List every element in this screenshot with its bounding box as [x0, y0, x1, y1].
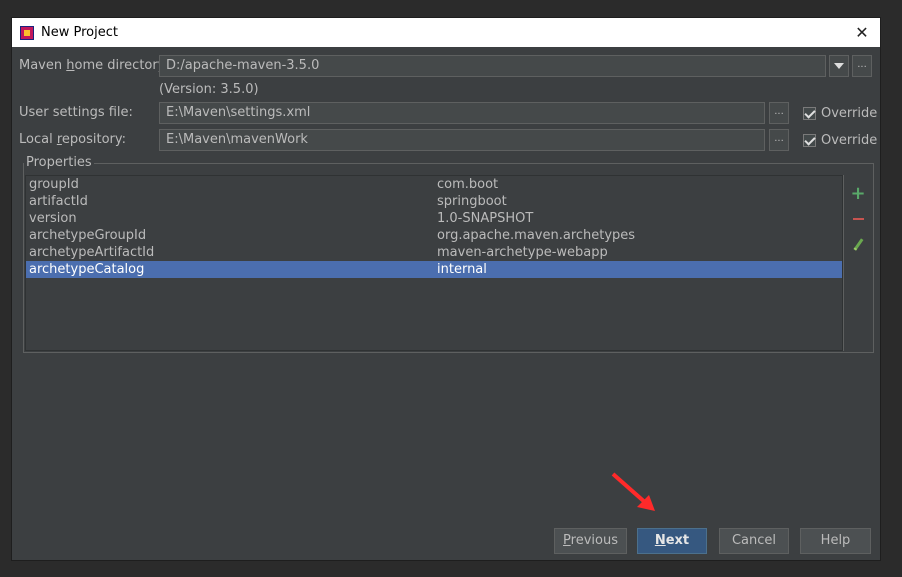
table-row[interactable]: archetypeArtifactId maven-archetype-weba…	[26, 244, 842, 261]
property-value: maven-archetype-webapp	[437, 245, 608, 260]
add-property-button[interactable]: +	[850, 182, 866, 204]
table-row[interactable]: archetypeGroupId org.apache.maven.archet…	[26, 227, 842, 244]
property-key: archetypeArtifactId	[29, 245, 155, 260]
edit-property-button[interactable]	[850, 236, 866, 252]
maven-home-label: Maven home directory:	[19, 58, 169, 73]
property-value: 1.0-SNAPSHOT	[437, 211, 534, 226]
title-bar: New Project ✕	[12, 18, 880, 47]
property-value: com.boot	[437, 177, 499, 192]
maven-version-text: (Version: 3.5.0)	[159, 82, 259, 97]
red-arrow-annotation	[611, 472, 655, 511]
user-settings-override-checkbox[interactable]: Override	[803, 106, 877, 121]
local-repository-field[interactable]: E:\Maven\mavenWork	[159, 129, 765, 151]
new-project-dialog: New Project ✕ Maven home directory: D:/a…	[11, 17, 881, 561]
cancel-button[interactable]: Cancel	[719, 528, 789, 554]
property-key: version	[29, 211, 77, 226]
override-label: Override	[821, 106, 878, 121]
property-key: artifactId	[29, 194, 88, 209]
properties-toolbar: +	[843, 175, 872, 351]
table-row[interactable]: version 1.0-SNAPSHOT	[26, 210, 842, 227]
help-button[interactable]: Help	[800, 528, 871, 554]
property-key: archetypeGroupId	[29, 228, 147, 243]
close-icon: ✕	[855, 22, 869, 42]
local-repository-browse-button[interactable]: ...	[769, 129, 789, 151]
table-row[interactable]: groupId com.boot	[26, 176, 842, 193]
property-key: archetypeCatalog	[29, 262, 145, 277]
maven-home-browse-button[interactable]: ...	[852, 55, 872, 77]
local-repository-override-checkbox[interactable]: Override	[803, 133, 877, 148]
chevron-down-icon[interactable]	[829, 55, 849, 77]
override-label: Override	[821, 133, 878, 148]
previous-button[interactable]: Previous	[554, 528, 627, 554]
next-button[interactable]: Next	[637, 528, 707, 554]
plus-icon: +	[850, 182, 866, 204]
user-settings-field[interactable]: E:\Maven\settings.xml	[159, 102, 765, 124]
maven-home-combobox[interactable]: D:/apache-maven-3.5.0	[159, 55, 826, 77]
property-value: internal	[437, 262, 487, 277]
properties-table[interactable]: groupId com.boot artifactId springboot v…	[25, 175, 843, 351]
property-key: groupId	[29, 177, 79, 192]
window-title: New Project	[41, 25, 118, 40]
table-row[interactable]: artifactId springboot	[26, 193, 842, 210]
property-value: springboot	[437, 194, 507, 209]
user-settings-label: User settings file:	[19, 105, 133, 120]
local-repository-label: Local repository:	[19, 132, 127, 147]
properties-title: Properties	[24, 155, 94, 170]
property-value: org.apache.maven.archetypes	[437, 228, 636, 243]
checkbox-checked-icon	[803, 107, 816, 120]
intellij-app-icon	[20, 25, 34, 40]
table-row-selected[interactable]: archetypeCatalog internal	[26, 261, 842, 278]
user-settings-browse-button[interactable]: ...	[769, 102, 789, 124]
checkbox-checked-icon	[803, 134, 816, 147]
remove-property-button[interactable]	[850, 211, 866, 227]
close-button[interactable]: ✕	[852, 22, 872, 42]
